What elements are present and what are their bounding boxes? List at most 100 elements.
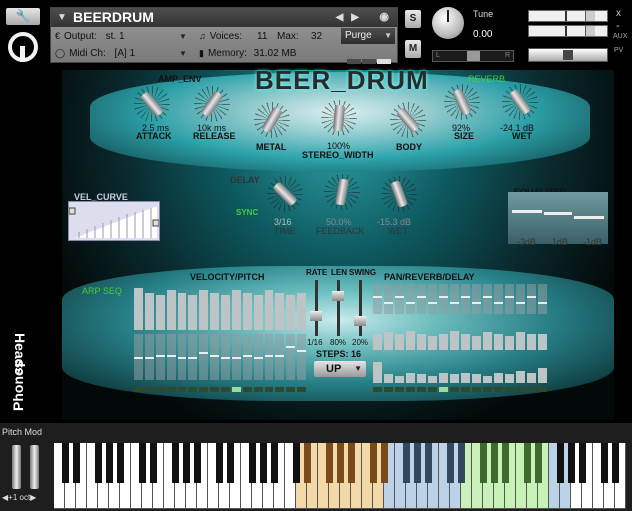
prev-next-instrument-arrows-icon[interactable]: ◀▶ [336, 8, 367, 27]
step-bar[interactable] [253, 357, 263, 359]
pan-slider[interactable]: L R [432, 50, 514, 62]
metal-knob[interactable] [254, 102, 290, 138]
step-bar[interactable] [286, 345, 296, 348]
step-bar[interactable] [373, 362, 382, 383]
step-bar[interactable] [450, 330, 459, 350]
step-bar[interactable] [538, 302, 547, 304]
black-key[interactable] [425, 443, 432, 483]
black-key[interactable] [293, 443, 300, 483]
step-bar[interactable] [166, 354, 176, 357]
step-bar[interactable] [384, 302, 393, 304]
step-bar[interactable] [199, 352, 209, 355]
mod-wheel[interactable] [30, 445, 39, 489]
midi-channel-selector[interactable]: ◯ Midi Ch: [A] 1 ▼ [55, 45, 191, 62]
body-knob[interactable] [390, 102, 426, 138]
pitch-step-grid[interactable] [133, 334, 307, 380]
step-bar[interactable] [286, 294, 296, 330]
step-bar[interactable] [242, 292, 252, 330]
step-bar[interactable] [177, 357, 187, 359]
black-key[interactable] [172, 443, 179, 483]
step-bar[interactable] [527, 334, 536, 350]
step-bar[interactable] [177, 292, 187, 330]
step-bar[interactable] [461, 296, 470, 298]
delay-time-knob[interactable] [267, 176, 303, 212]
black-key[interactable] [601, 443, 608, 483]
step-bar[interactable] [428, 302, 437, 304]
step-bar[interactable] [199, 290, 209, 330]
step-bar[interactable] [253, 294, 263, 330]
black-key[interactable] [502, 443, 509, 483]
arp-direction-menu[interactable]: UP ▼ [314, 361, 366, 377]
step-bar[interactable] [450, 374, 459, 383]
step-bar[interactable] [144, 357, 154, 359]
step-bar[interactable] [188, 294, 198, 330]
step-bar[interactable] [527, 296, 536, 298]
steps-display[interactable]: STEPS: 16 [316, 349, 361, 359]
step-bar[interactable] [155, 294, 165, 330]
output-selector[interactable]: € Output: st. 1 ▼ [55, 28, 191, 45]
step-bar[interactable] [516, 332, 525, 350]
step-bar[interactable] [494, 334, 503, 350]
black-key[interactable] [183, 443, 190, 483]
black-key[interactable] [557, 443, 564, 483]
black-key[interactable] [62, 443, 69, 483]
release-knob[interactable] [194, 86, 230, 122]
step-bar[interactable] [264, 354, 274, 357]
step-bar[interactable] [242, 354, 252, 357]
sync-button[interactable]: SYNC [236, 208, 258, 217]
step-bar[interactable] [538, 368, 547, 383]
step-bar[interactable] [406, 372, 415, 383]
black-key[interactable] [579, 443, 586, 483]
step-bar[interactable] [221, 357, 230, 359]
step-bar[interactable] [297, 350, 306, 353]
step-bar[interactable] [483, 375, 492, 383]
camera-icon[interactable]: ◉ [379, 8, 389, 27]
step-bar[interactable] [134, 357, 143, 359]
eq-band-low[interactable] [512, 210, 542, 213]
black-key[interactable] [150, 443, 157, 483]
step-bar[interactable] [155, 354, 165, 357]
step-bar[interactable] [483, 296, 492, 298]
black-key[interactable] [403, 443, 410, 483]
step-bar[interactable] [417, 374, 426, 383]
pan-step-grid[interactable] [372, 284, 548, 314]
step-bar[interactable] [384, 332, 393, 350]
step-bar[interactable] [395, 334, 404, 350]
black-key[interactable] [106, 443, 113, 483]
black-key[interactable] [447, 443, 454, 483]
black-key[interactable] [612, 443, 619, 483]
delay-wet-knob[interactable] [381, 176, 417, 212]
black-key[interactable] [381, 443, 388, 483]
step-bar[interactable] [494, 372, 503, 383]
len-fader[interactable] [332, 291, 344, 301]
black-key[interactable] [304, 443, 311, 483]
step-bar[interactable] [439, 372, 448, 383]
volume-slider[interactable] [528, 48, 608, 62]
step-bar[interactable] [210, 292, 219, 330]
step-bar[interactable] [494, 302, 503, 304]
step-bar[interactable] [439, 334, 448, 350]
rate-fader[interactable] [310, 311, 322, 321]
step-bar[interactable] [406, 330, 415, 350]
size-knob[interactable] [444, 84, 480, 120]
step-bar[interactable] [221, 294, 230, 330]
eq-band-mid[interactable] [544, 212, 572, 215]
step-bar[interactable] [527, 372, 536, 383]
wrench-icon[interactable]: 🔧 [6, 8, 40, 25]
solo-button[interactable]: S [405, 10, 421, 28]
step-bar[interactable] [450, 302, 459, 304]
step-bar[interactable] [505, 374, 514, 383]
step-bar[interactable] [231, 357, 241, 359]
step-bar[interactable] [395, 296, 404, 298]
swing-fader[interactable] [354, 316, 366, 326]
step-bar[interactable] [461, 372, 470, 383]
step-bar[interactable] [516, 371, 525, 383]
instrument-name[interactable]: BEERDRUM [73, 9, 154, 25]
step-bar[interactable] [395, 375, 404, 383]
step-bar[interactable] [483, 332, 492, 350]
step-bar[interactable] [297, 292, 306, 330]
step-bar[interactable] [231, 290, 241, 330]
velocity-curve-editor[interactable] [68, 201, 160, 241]
eq-band-high[interactable] [574, 216, 604, 219]
step-bar[interactable] [505, 335, 514, 350]
